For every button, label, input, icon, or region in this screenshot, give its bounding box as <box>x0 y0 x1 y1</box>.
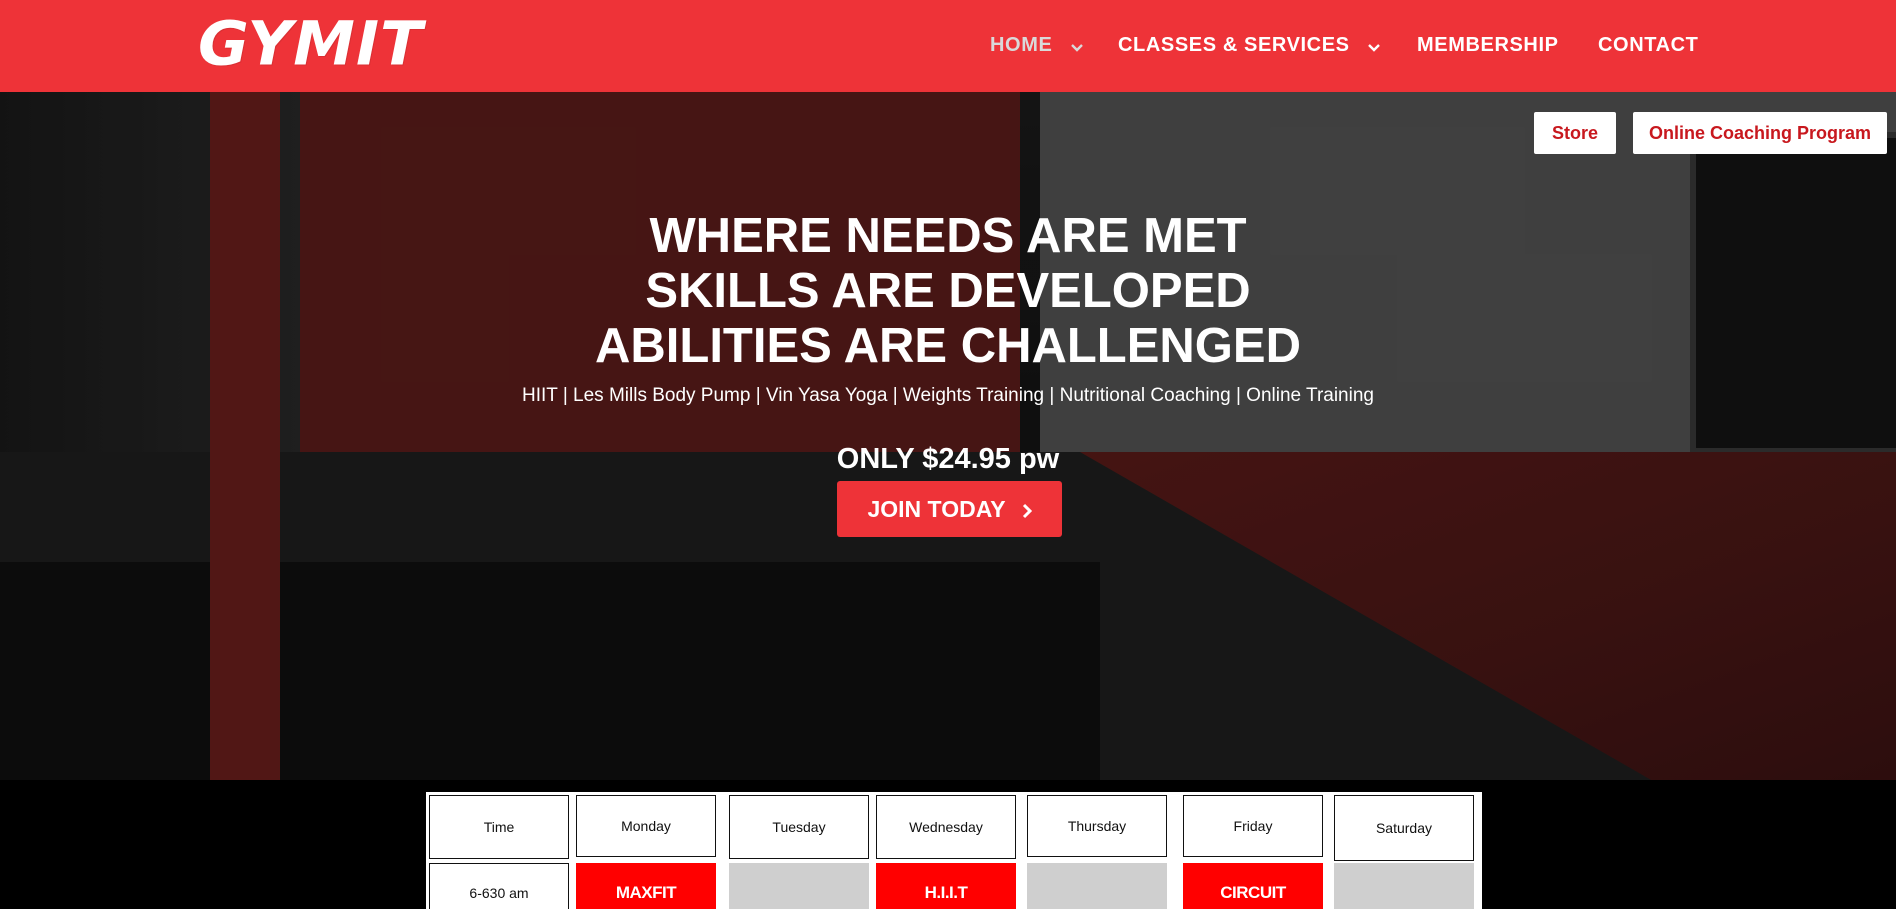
hero-headline-line-2: SKILLS ARE DEVELOPED <box>645 264 1251 318</box>
timetable-header-time: Time <box>429 795 569 859</box>
timetable-class-monday: MAXFIT <box>576 863 716 909</box>
nav-membership[interactable]: MEMBERSHIP <box>1417 30 1559 60</box>
timetable-header-saturday: Saturday <box>1334 795 1474 861</box>
chevron-right-icon <box>1022 483 1032 539</box>
timetable-header-wednesday: Wednesday <box>876 795 1016 859</box>
timetable-class-tuesday <box>729 863 869 909</box>
hero-headline-line-1: WHERE NEEDS ARE MET <box>649 209 1247 263</box>
join-today-button[interactable]: JOIN TODAY <box>837 481 1062 537</box>
timetable-class-saturday <box>1334 863 1474 909</box>
nav-contact[interactable]: CONTACT <box>1598 30 1698 60</box>
timetable-header-thursday: Thursday <box>1027 795 1167 857</box>
nav-classes-label: CLASSES & SERVICES <box>1118 34 1350 56</box>
nav-home[interactable]: HOME <box>990 30 1083 60</box>
online-coaching-button[interactable]: Online Coaching Program <box>1633 112 1887 154</box>
join-today-label: JOIN TODAY <box>867 496 1006 522</box>
hero-overlay <box>0 92 1896 780</box>
hero-headline-line-3: ABILITIES ARE CHALLENGED <box>595 319 1301 373</box>
chevron-down-icon <box>1367 31 1380 61</box>
timetable-class-friday: CIRCUIT <box>1183 863 1323 909</box>
nav-home-label: HOME <box>990 34 1053 56</box>
site-header: GYMIT HOME CLASSES & SERVICES MEMBERSHIP… <box>0 0 1896 92</box>
timetable-time-cell: 6-630 am <box>429 863 569 909</box>
hero-section: Store Online Coaching Program WHERE NEED… <box>0 92 1896 780</box>
nav-classes-services[interactable]: CLASSES & SERVICES <box>1118 30 1380 60</box>
timetable-class-wednesday: H.I.I.T <box>876 863 1016 909</box>
chevron-down-icon <box>1070 31 1083 61</box>
main-nav: HOME CLASSES & SERVICES MEMBERSHIP CONTA… <box>0 30 1896 60</box>
timetable-class-thursday <box>1027 863 1167 909</box>
hero-services-list: HIIT | Les Mills Body Pump | Vin Yasa Yo… <box>522 385 1374 406</box>
store-button[interactable]: Store <box>1534 112 1616 154</box>
price-text: ONLY $24.95 pw <box>836 443 1060 475</box>
timetable-header-friday: Friday <box>1183 795 1323 857</box>
timetable-header-monday: Monday <box>576 795 716 857</box>
timetable-header-tuesday: Tuesday <box>729 795 869 859</box>
class-timetable: Time Monday Tuesday Wednesday Thursday F… <box>426 792 1482 909</box>
